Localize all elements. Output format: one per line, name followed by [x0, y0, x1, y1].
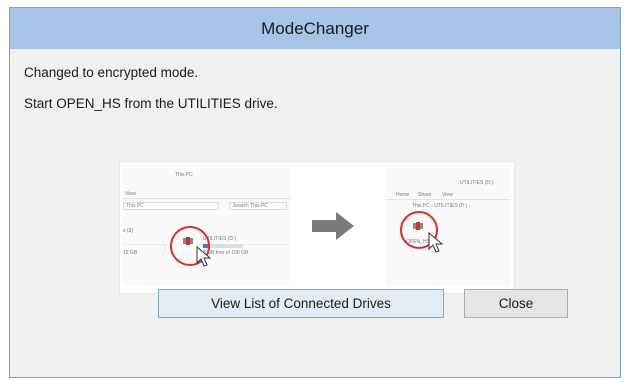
- drive-size: 12 GB: [123, 250, 138, 256]
- explorer-this-pc-thumbnail: This PC View This PC Search This PC s (2…: [123, 168, 291, 286]
- explorer-utilities-thumbnail: UTILITIES (D:) Home Share View This PC ›…: [386, 168, 510, 286]
- tab-home: Home: [396, 192, 410, 198]
- explorer-menu-view: View: [125, 191, 136, 197]
- tab-share: Share: [418, 192, 432, 198]
- title-bar: ModeChanger: [10, 8, 620, 49]
- explorer-title: This PC: [175, 172, 193, 178]
- mouse-pointer-icon: [428, 232, 444, 253]
- section-label: s (2): [123, 228, 133, 234]
- status-message: Changed to encrypted mode.: [24, 65, 199, 80]
- mouse-pointer-icon: [196, 246, 212, 267]
- divider: [123, 198, 291, 199]
- address-field: This PC: [123, 202, 219, 210]
- window-title: ModeChanger: [261, 19, 369, 38]
- dialog-body: Changed to encrypted mode. Start OPEN_HS…: [10, 49, 620, 377]
- close-button[interactable]: Close: [464, 289, 568, 318]
- view-connected-drives-button[interactable]: View List of Connected Drives: [158, 289, 444, 318]
- divider: [386, 199, 510, 200]
- instruction-message: Start OPEN_HS from the UTILITIES drive.: [24, 96, 278, 111]
- breadcrumb: This PC › UTILITIES (D:) ›: [412, 203, 471, 209]
- right-arrow-icon: [312, 212, 354, 240]
- search-text: Search This PC: [233, 203, 268, 209]
- address-text: This PC: [126, 203, 144, 209]
- search-field: Search This PC: [229, 202, 287, 210]
- instruction-illustration: This PC View This PC Search This PC s (2…: [119, 161, 515, 294]
- explorer-title: UTILITIES (D:): [460, 180, 494, 186]
- modechanger-window: ModeChanger Changed to encrypted mode. S…: [9, 7, 621, 378]
- tab-view: View: [442, 192, 453, 198]
